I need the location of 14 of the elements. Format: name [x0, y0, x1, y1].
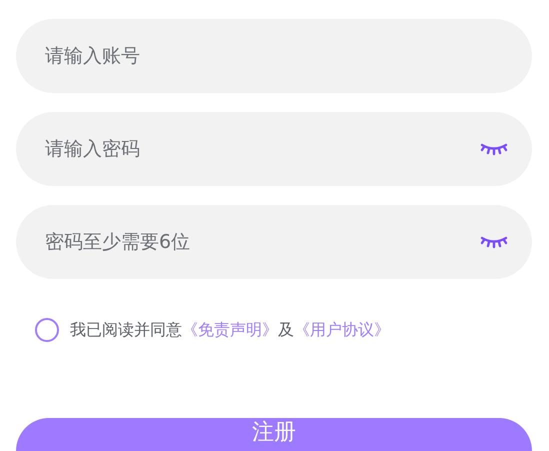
agreement-link[interactable]: 《用户协议》	[294, 320, 390, 340]
password-input[interactable]: 密码至少需要6位	[16, 205, 532, 279]
password-field[interactable]: 请输入密码	[45, 138, 480, 160]
agreement-link[interactable]: 《免责声明》	[182, 320, 278, 340]
account-field[interactable]: 请输入账号	[45, 45, 508, 67]
agreement-text: 及	[278, 320, 294, 340]
agreement-text: 我已阅读并同意	[70, 320, 182, 340]
password-input[interactable]: 请输入密码	[16, 112, 532, 186]
register-button[interactable]: 注册	[16, 418, 532, 451]
closed-eye-icon[interactable]	[480, 235, 508, 249]
password-field[interactable]: 密码至少需要6位	[45, 231, 480, 253]
agreement-checkbox[interactable]	[35, 318, 59, 342]
closed-eye-icon[interactable]	[480, 142, 508, 156]
account-input[interactable]: 请输入账号	[16, 19, 532, 93]
